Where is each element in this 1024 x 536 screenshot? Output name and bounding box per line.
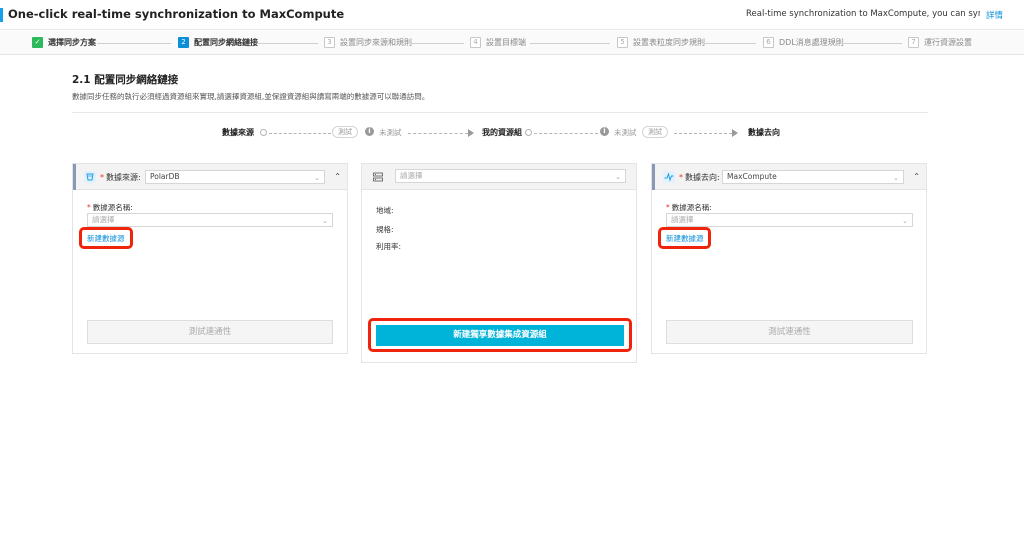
step-label: 設置目標端	[486, 38, 526, 47]
polardb-icon	[84, 171, 96, 183]
collapse-up-icon[interactable]: ⌃	[913, 172, 920, 181]
top-bar: One-click real-time synchronization to M…	[0, 0, 1024, 30]
step-runtime-resources[interactable]: 7 運行資源設置	[908, 37, 972, 48]
step-connector	[530, 43, 610, 44]
divider	[72, 112, 928, 113]
wizard-steps: ✓ 選擇同步方案 2 配置同步網絡鏈接 3 設置同步來源和規則 4 設置目標端 …	[0, 31, 1024, 55]
panel-accent-bar	[652, 164, 655, 190]
chevron-down-icon: ⌄	[314, 174, 320, 182]
flow-start-circle-icon	[260, 129, 267, 136]
server-icon	[373, 172, 383, 182]
flow-resource-label: 我的資源組	[482, 128, 522, 137]
test-connectivity-button[interactable]: 測試連通性	[666, 320, 913, 344]
step-connector	[258, 43, 318, 44]
section-title: 2.1 配置同步網絡鏈接	[72, 74, 179, 86]
chevron-down-icon: ⌄	[322, 217, 328, 225]
step-label: 運行資源設置	[924, 38, 972, 47]
step-number: 5	[617, 37, 628, 48]
step-connector	[704, 43, 756, 44]
resource-group-select[interactable]: 請選擇 ⌄	[395, 169, 626, 183]
source-name-label: * 數據源名稱:	[87, 203, 133, 212]
flow-dash-line	[269, 133, 331, 134]
arrow-right-icon	[732, 129, 738, 137]
resource-group-panel: 請選擇 ⌄ 地域: 規格: 利用率: 新建獨享數據集成資源組	[361, 163, 637, 363]
step-ddl-rules[interactable]: 6 DDL消息處理規則	[763, 37, 844, 48]
collapse-up-icon[interactable]: ⌃	[334, 172, 341, 181]
usage-label: 利用率:	[376, 242, 402, 251]
source-panel: * 數據來源: PolarDB ⌄ ⌃ * 數據源名稱: 請選擇 ⌄ 新建數據源 測試連…	[72, 163, 348, 354]
chevron-down-icon: ⌄	[902, 217, 908, 225]
step-network-config[interactable]: 2 配置同步網絡鏈接	[178, 37, 258, 48]
arrow-right-icon	[468, 129, 474, 137]
step-number: 4	[470, 37, 481, 48]
target-header-label: * 數據去向:	[679, 173, 720, 182]
step-connector	[842, 43, 902, 44]
step-label: 選擇同步方案	[48, 38, 96, 47]
step-number: 3	[324, 37, 335, 48]
create-resource-group-button[interactable]: 新建獨享數據集成資源組	[376, 325, 624, 346]
flow-target-label: 數據去向	[748, 128, 780, 137]
resource-panel-header: 請選擇 ⌄	[362, 164, 636, 190]
section-description: 數據同步任務的執行必須經過資源組來實現,請選擇資源組,並保證資源組與讀寫兩端的數…	[72, 92, 430, 101]
source-name-select[interactable]: 請選擇 ⌄	[87, 213, 333, 227]
test-target-button[interactable]: 測試	[642, 126, 668, 138]
chevron-down-icon: ⌄	[893, 174, 899, 182]
page-description: Real-time synchronization to MaxCompute,…	[746, 9, 980, 19]
info-icon: i	[365, 127, 374, 136]
panel-accent-bar	[73, 164, 76, 190]
chevron-down-icon: ⌄	[615, 173, 621, 181]
source-type-select[interactable]: PolarDB ⌄	[145, 170, 325, 184]
target-panel-header: * 數據去向: MaxCompute ⌄ ⌃	[652, 164, 926, 190]
target-name-select[interactable]: 請選擇 ⌄	[666, 213, 913, 227]
source-header-label: * 數據來源:	[100, 173, 141, 182]
step-target[interactable]: 4 設置目標端	[470, 37, 526, 48]
region-label: 地域:	[376, 206, 394, 215]
flow-source-label: 數據來源	[222, 128, 254, 137]
step-connector	[412, 43, 464, 44]
connectivity-flow: 數據來源 測試 i 未測試 我的資源組 i 未測試 測試 數據去向	[222, 126, 782, 139]
title-accent-bar	[0, 8, 3, 22]
target-name-label: * 數據源名稱:	[666, 203, 712, 212]
maxcompute-icon	[663, 171, 675, 183]
step-select-plan[interactable]: ✓ 選擇同步方案	[32, 37, 96, 48]
flow-status-right: 未測試	[614, 128, 637, 137]
step-label: 配置同步網絡鏈接	[194, 38, 258, 47]
target-panel: * 數據去向: MaxCompute ⌄ ⌃ * 數據源名稱: 請選擇 ⌄ 新建數據源 …	[651, 163, 927, 354]
target-type-select[interactable]: MaxCompute ⌄	[722, 170, 904, 184]
page-title: One-click real-time synchronization to M…	[8, 7, 345, 21]
step-connector	[97, 43, 171, 44]
detail-link[interactable]: 詳情	[986, 9, 1003, 21]
new-target-link[interactable]: 新建數據源	[666, 233, 704, 244]
flow-status-left: 未測試	[379, 128, 402, 137]
spec-label: 規格:	[376, 225, 394, 234]
test-connectivity-button[interactable]: 測試連通性	[87, 320, 333, 344]
step-label: 設置同步來源和規則	[340, 38, 412, 47]
flow-dash-line	[408, 133, 468, 134]
new-source-link[interactable]: 新建數據源	[87, 233, 125, 244]
test-source-button[interactable]: 測試	[332, 126, 358, 138]
step-table-rules[interactable]: 5 設置表粒度同步規則	[617, 37, 705, 48]
step-source-rules[interactable]: 3 設置同步來源和規則	[324, 37, 412, 48]
flow-dash-line	[674, 133, 732, 134]
source-panel-header: * 數據來源: PolarDB ⌄ ⌃	[73, 164, 347, 190]
step-done-check-icon: ✓	[32, 37, 43, 48]
step-label: DDL消息處理規則	[779, 38, 844, 47]
step-label: 設置表粒度同步規則	[633, 38, 705, 47]
step-number: 2	[178, 37, 189, 48]
info-icon: i	[600, 127, 609, 136]
step-number: 7	[908, 37, 919, 48]
flow-circle-icon	[525, 129, 532, 136]
flow-dash-line	[534, 133, 598, 134]
step-number: 6	[763, 37, 774, 48]
